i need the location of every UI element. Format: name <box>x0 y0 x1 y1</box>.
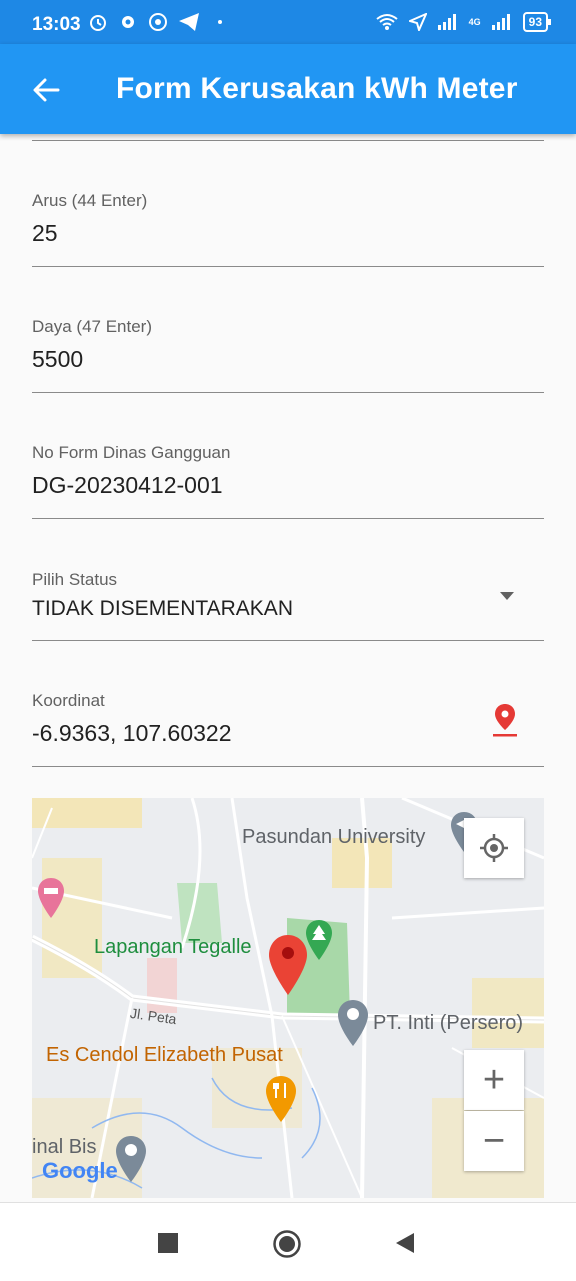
koordinat-field[interactable]: Koordinat -6.9363, 107.60322 <box>32 680 544 767</box>
app-bar: Form Kerusakan kWh Meter <box>0 44 576 134</box>
home-icon[interactable] <box>272 1229 302 1259</box>
crosshair-icon <box>480 834 508 862</box>
no-form-label: No Form Dinas Gangguan <box>32 443 231 462</box>
map-label-pt-inti: PT. Inti (Persero) <box>373 1012 524 1034</box>
daya-label: Daya (47 Enter) <box>32 317 152 336</box>
zoom-in-label: + <box>482 1058 506 1101</box>
signal-icon <box>437 14 456 30</box>
koordinat-label: Koordinat <box>32 691 105 710</box>
system-nav-bar <box>0 1202 576 1281</box>
signal-icon-2 <box>491 14 510 30</box>
arus-value[interactable]: 25 <box>32 220 58 247</box>
telegram-icon <box>179 13 199 31</box>
google-logo: Google <box>42 1158 118 1183</box>
previous-field-underline <box>32 140 544 141</box>
recents-icon[interactable] <box>158 1233 178 1253</box>
hotel-marker-icon[interactable] <box>36 876 66 920</box>
daya-field[interactable]: Daya (47 Enter) 5500 <box>32 306 544 393</box>
back-nav-icon[interactable] <box>394 1232 416 1254</box>
dropdown-arrow-icon[interactable] <box>500 592 514 600</box>
koordinat-value[interactable]: -6.9363, 107.60322 <box>32 720 232 747</box>
bus-terminal-marker-icon[interactable] <box>114 1134 148 1184</box>
map-label-lapangan: Lapangan Tegalle <box>94 936 252 958</box>
zoom-out-label: − <box>482 1119 506 1162</box>
status-dropdown[interactable]: Pilih Status TIDAK DISEMENTARAKAN <box>32 560 544 641</box>
sync-icon <box>149 13 167 31</box>
dot-icon <box>218 20 222 24</box>
location-pin-icon[interactable] <box>492 702 518 738</box>
arus-field[interactable]: Arus (44 Enter) 25 <box>32 180 544 267</box>
status-bar: 13:03 4G 93 <box>0 0 576 44</box>
settings-icon <box>122 16 134 28</box>
my-location-button[interactable] <box>464 818 524 878</box>
zoom-out-button[interactable]: − <box>464 1111 524 1171</box>
map-label-terminal: inal Bis <box>32 1136 97 1158</box>
wifi-icon <box>376 14 398 30</box>
battery-indicator: 93 <box>522 12 552 32</box>
no-form-value[interactable]: DG-20230412-001 <box>32 472 223 499</box>
map-label-es-cendol: Es Cendol Elizabeth Pusat <box>46 1044 283 1066</box>
restaurant-marker-icon[interactable] <box>264 1074 298 1124</box>
back-arrow-icon[interactable] <box>30 74 62 106</box>
status-time: 13:03 <box>32 14 81 35</box>
no-form-field[interactable]: No Form Dinas Gangguan DG-20230412-001 <box>32 432 544 519</box>
arus-label: Arus (44 Enter) <box>32 191 148 210</box>
page-title: Form Kerusakan kWh Meter <box>116 72 518 105</box>
status-label: Pilih Status <box>32 570 118 589</box>
selected-location-pin-icon[interactable] <box>267 933 309 997</box>
location-arrow-icon <box>408 13 427 31</box>
business-marker-icon[interactable] <box>336 998 370 1048</box>
map-view[interactable]: Pasundan University Lapangan Tegalle Jl.… <box>32 798 544 1198</box>
alarm-icon <box>90 15 106 31</box>
zoom-in-button[interactable]: + <box>464 1050 524 1110</box>
status-value[interactable]: TIDAK DISEMENTARAKAN <box>32 597 293 621</box>
map-label-pasundan: Pasundan University <box>242 826 426 848</box>
daya-value[interactable]: 5500 <box>32 346 83 373</box>
network-type: 4G <box>468 17 481 27</box>
